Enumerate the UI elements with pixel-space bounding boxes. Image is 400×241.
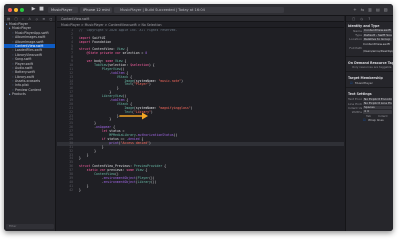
- divider: [346, 71, 393, 73]
- divider: [346, 55, 393, 57]
- file-tree-item-label: LoadedFiles.swift: [15, 48, 43, 53]
- identity-rows: Name ContentView.swift Type Default - Swift…: [346, 29, 393, 46]
- run-icon[interactable]: ▶: [30, 6, 37, 13]
- file-tree-item-label: ContentView.swift: [15, 43, 44, 48]
- xcode-window: ▶ ■ MusicPlayer iPhone 12 mini MusicPlay…: [4, 4, 393, 231]
- text-settings-rows: Text EncodingNo Explicit EncodingLine En…: [346, 97, 393, 114]
- stop-icon[interactable]: ■: [38, 6, 45, 13]
- toolbar-right-icons[interactable]: + ⇆ ▥ ▤ ▧: [353, 7, 389, 12]
- wrap-lines-row[interactable]: ☑ Wrap lines: [346, 118, 393, 122]
- file-tree-item-label: MusicPlayer: [12, 26, 31, 31]
- code-line[interactable]: 42}: [57, 187, 344, 193]
- checkbox-checked-icon[interactable]: ☑: [363, 118, 366, 122]
- file-tree-item[interactable]: ▸Products: [4, 92, 55, 96]
- file-tree-item-label: Info.plist: [15, 83, 29, 88]
- wrap-lines-label: Wrap lines: [368, 118, 384, 123]
- toolbar: ▶ ■ MusicPlayer iPhone 12 mini MusicPlay…: [4, 4, 393, 16]
- file-tree-item-label: AlbumImages.swift: [15, 35, 46, 40]
- minimize-window-button[interactable]: [14, 7, 18, 12]
- editor-tab[interactable]: ContentView.swift: [61, 17, 89, 21]
- file-tree-item-label: Battery.swift: [15, 70, 35, 75]
- target-section-title: Target Membership: [348, 76, 383, 81]
- code-text: }: [79, 187, 81, 192]
- line-number: 42: [69, 187, 73, 192]
- scheme-selector[interactable]: MusicPlayer: [48, 6, 78, 13]
- file-tree: ▸MusicPlayer ▸MusicPlayer ◦MusicPlayerApp.…: [4, 22, 55, 97]
- zoom-window-button[interactable]: [20, 7, 24, 12]
- file-tree-item-label: Song.swift: [15, 57, 32, 62]
- on-demand-hint: Only resources are taggable: [352, 64, 392, 69]
- source-editor: ContentView.swift MusicPlayer > MusicPla…: [57, 16, 344, 231]
- target-membership-row[interactable]: ☑ MusicPlayer: [346, 81, 393, 85]
- text-settings-section-title: Text Settings: [348, 92, 372, 97]
- file-tree-item-label: AlbumImage.swift: [15, 39, 44, 44]
- file-tree-item-label: Products: [12, 92, 26, 97]
- file-tree-item-label: LibraryView.swift: [15, 52, 42, 57]
- full-path-value: /Users/ernie/Desktop/MusicPlayer/MusicPl…: [363, 48, 393, 53]
- divider: [346, 87, 393, 89]
- file-tree-item-label: Player.swift: [15, 61, 34, 66]
- annotation-arrow-icon: [119, 112, 148, 120]
- identity-section-title: Identity and Type: [348, 24, 380, 28]
- device-selector[interactable]: iPhone 12 mini: [80, 6, 112, 13]
- jump-bar[interactable]: MusicPlayer > MusicPlayer > ContentView.…: [57, 22, 344, 28]
- file-tree-item-label: Library.swift: [15, 74, 35, 79]
- activity-status: MusicPlayer | Build Succeeded | Today at…: [114, 6, 284, 13]
- full-path-row: Full Path: [346, 46, 393, 50]
- file-tree-item-label: MusicPlayer: [9, 22, 28, 26]
- file-tree-item-label: Assets.xcassets: [15, 79, 41, 84]
- file-tree-item-label: Preview Content: [15, 87, 42, 92]
- code-area[interactable]: 1// Copyright © 2020 Apple Inc. All righ…: [57, 29, 344, 231]
- navigator-filter-input[interactable]: Filter: [6, 224, 54, 229]
- file-inspector: ▢ ◷ ? Identity and Type Name ContentView.…: [345, 16, 393, 231]
- file-tree-item-label: Audio.swift: [15, 65, 33, 70]
- checkbox-checked-icon[interactable]: ☑: [350, 81, 353, 85]
- file-tree-item-label: MusicPlayerApp.swift: [15, 30, 49, 35]
- project-navigator: ▤ ▢ ⌕ ⚠ ◇ ≡ ◻ ☰ ▸MusicPlayer▸MusicPlayer…: [4, 16, 56, 231]
- close-window-button[interactable]: [8, 7, 12, 12]
- target-name: MusicPlayer: [355, 81, 373, 86]
- full-path-label: Full Path: [349, 45, 362, 50]
